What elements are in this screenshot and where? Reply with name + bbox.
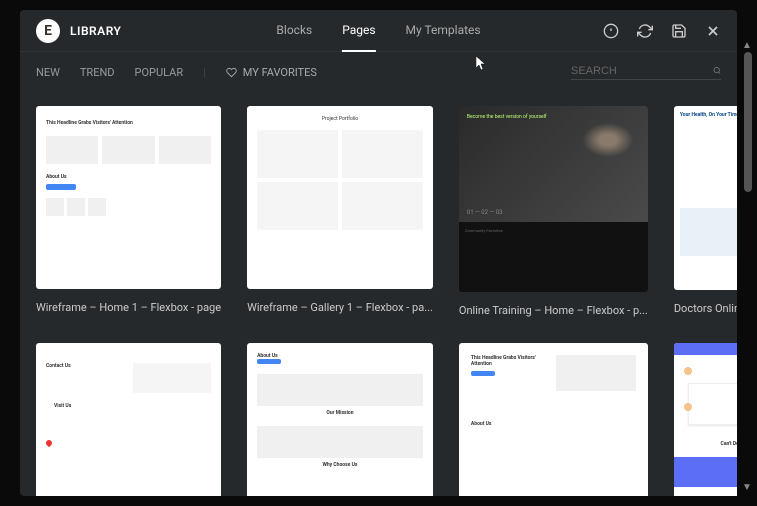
template-card[interactable]: Project Portfolio Wireframe – Gallery 1 … bbox=[247, 106, 433, 317]
template-title: Doctors Online Consultation – Flexb... bbox=[674, 302, 737, 315]
template-thumb: About Us Our Mission Why Choose Us bbox=[247, 343, 433, 496]
template-title: Wireframe – Gallery 1 – Flexbox - pa... bbox=[247, 301, 433, 314]
template-card[interactable]: Become the best version of yourself 01 —… bbox=[459, 106, 648, 317]
save-icon[interactable] bbox=[671, 23, 687, 39]
header-actions bbox=[603, 23, 721, 39]
subheader: NEW TREND POPULAR | MY FAVORITES bbox=[20, 52, 737, 92]
header-tabs: Blocks Pages My Templates bbox=[276, 10, 480, 52]
template-card[interactable]: About Us Our Mission Why Choose Us Wiref… bbox=[247, 343, 433, 496]
template-grid: This Headline Grabs Visitors' Attention … bbox=[20, 92, 737, 496]
scroll-up-icon[interactable]: ▲ bbox=[742, 40, 752, 50]
tab-blocks[interactable]: Blocks bbox=[276, 10, 312, 52]
template-card[interactable]: Contact Us Visit Us Wireframe – Contact … bbox=[36, 343, 221, 496]
search-icon[interactable] bbox=[713, 64, 721, 77]
favorites-label: MY FAVORITES bbox=[243, 66, 317, 79]
tab-pages[interactable]: Pages bbox=[342, 10, 375, 52]
filter-trend[interactable]: TREND bbox=[80, 66, 115, 79]
sync-icon[interactable] bbox=[637, 23, 653, 39]
template-thumb: This Headline Grabs Visitors' Attention … bbox=[36, 106, 221, 289]
library-title: LIBRARY bbox=[70, 24, 121, 38]
search-wrap bbox=[571, 64, 721, 80]
filter-popular[interactable]: POPULAR bbox=[135, 66, 184, 79]
elementor-logo: E bbox=[36, 19, 60, 43]
tab-my-templates[interactable]: My Templates bbox=[406, 10, 481, 52]
scrollbar-thumb[interactable] bbox=[744, 52, 752, 192]
heart-icon bbox=[226, 67, 237, 78]
close-icon[interactable] bbox=[705, 23, 721, 39]
scroll-down-icon[interactable]: ▼ bbox=[742, 482, 752, 492]
template-thumb: Project Portfolio bbox=[247, 106, 433, 289]
template-thumb: Contact Us Visit Us bbox=[36, 343, 221, 496]
template-title: Online Training – Home – Flexbox - p... bbox=[459, 304, 648, 317]
filter-separator: | bbox=[203, 66, 206, 79]
modal-header: E LIBRARY Blocks Pages My Templates bbox=[20, 10, 737, 52]
template-thumb: Your Health, On Your Time Goodbye Waitin… bbox=[674, 106, 737, 290]
filter-new[interactable]: NEW bbox=[36, 66, 60, 79]
search-input[interactable] bbox=[571, 65, 713, 77]
template-thumb: Become the best version of yourself 01 —… bbox=[459, 106, 648, 292]
template-thumb: Plans For Every Team Can't Decide Which … bbox=[674, 343, 737, 496]
template-title: Wireframe – Home 1 – Flexbox - page bbox=[36, 301, 221, 314]
template-card[interactable]: This Headline Grabs Visitors' Attention … bbox=[459, 343, 648, 496]
library-modal: E LIBRARY Blocks Pages My Templates NEW … bbox=[20, 10, 737, 496]
template-card[interactable]: Plans For Every Team Can't Decide Which … bbox=[674, 343, 737, 496]
template-card[interactable]: Your Health, On Your Time Goodbye Waitin… bbox=[674, 106, 737, 317]
filter-favorites[interactable]: MY FAVORITES bbox=[226, 66, 317, 79]
import-icon[interactable] bbox=[603, 23, 619, 39]
template-thumb: This Headline Grabs Visitors' Attention … bbox=[459, 343, 648, 496]
template-card[interactable]: This Headline Grabs Visitors' Attention … bbox=[36, 106, 221, 317]
